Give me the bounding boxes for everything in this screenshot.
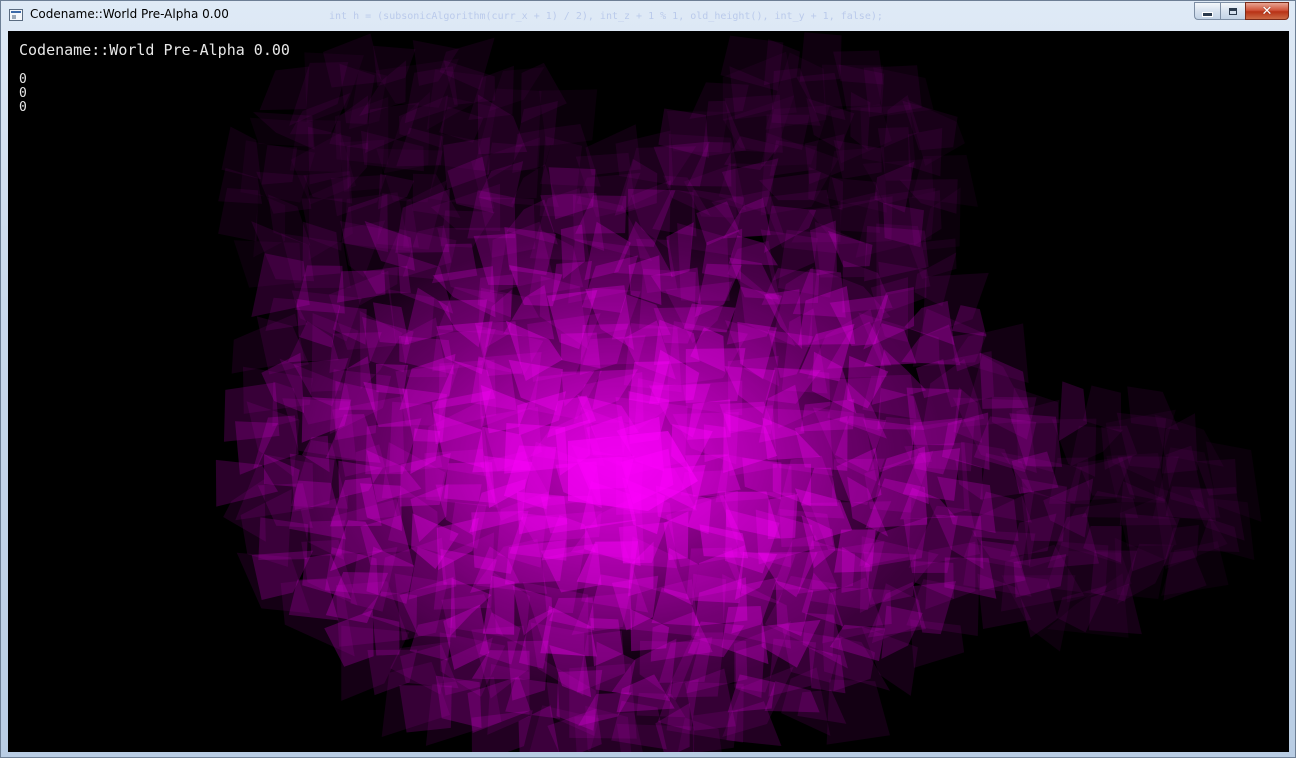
background-window-text: int h = (subsonicAlgorithm(curr_x + 1) /… [329, 11, 883, 22]
maximize-icon [1229, 7, 1237, 15]
hud-value-x: 0 [19, 72, 27, 87]
window-title: Codename::World Pre-Alpha 0.00 [30, 7, 229, 21]
title-bar[interactable]: Codename::World Pre-Alpha 0.00 int h = (… [1, 1, 1295, 31]
hud-title: Codename::World Pre-Alpha 0.00 [19, 41, 290, 59]
hud-value-y: 0 [19, 86, 27, 101]
maximize-button[interactable] [1220, 2, 1245, 20]
terrain-mesh-render [215, 32, 1262, 752]
render-viewport[interactable]: Codename::World Pre-Alpha 0.00 0 0 0 [8, 31, 1289, 752]
hud-values: 0 0 0 [19, 73, 290, 115]
minimize-button[interactable] [1194, 2, 1220, 20]
app-window-icon[interactable] [9, 9, 23, 21]
close-button[interactable]: ✕ [1245, 2, 1289, 20]
close-icon: ✕ [1261, 3, 1273, 19]
minimize-icon [1202, 11, 1213, 17]
window-controls: ✕ [1194, 2, 1289, 20]
mesh-quad [826, 679, 890, 745]
hud-value-z: 0 [19, 100, 27, 115]
application-window: Codename::World Pre-Alpha 0.00 int h = (… [0, 0, 1296, 758]
debug-hud: Codename::World Pre-Alpha 0.00 0 0 0 [19, 41, 290, 115]
